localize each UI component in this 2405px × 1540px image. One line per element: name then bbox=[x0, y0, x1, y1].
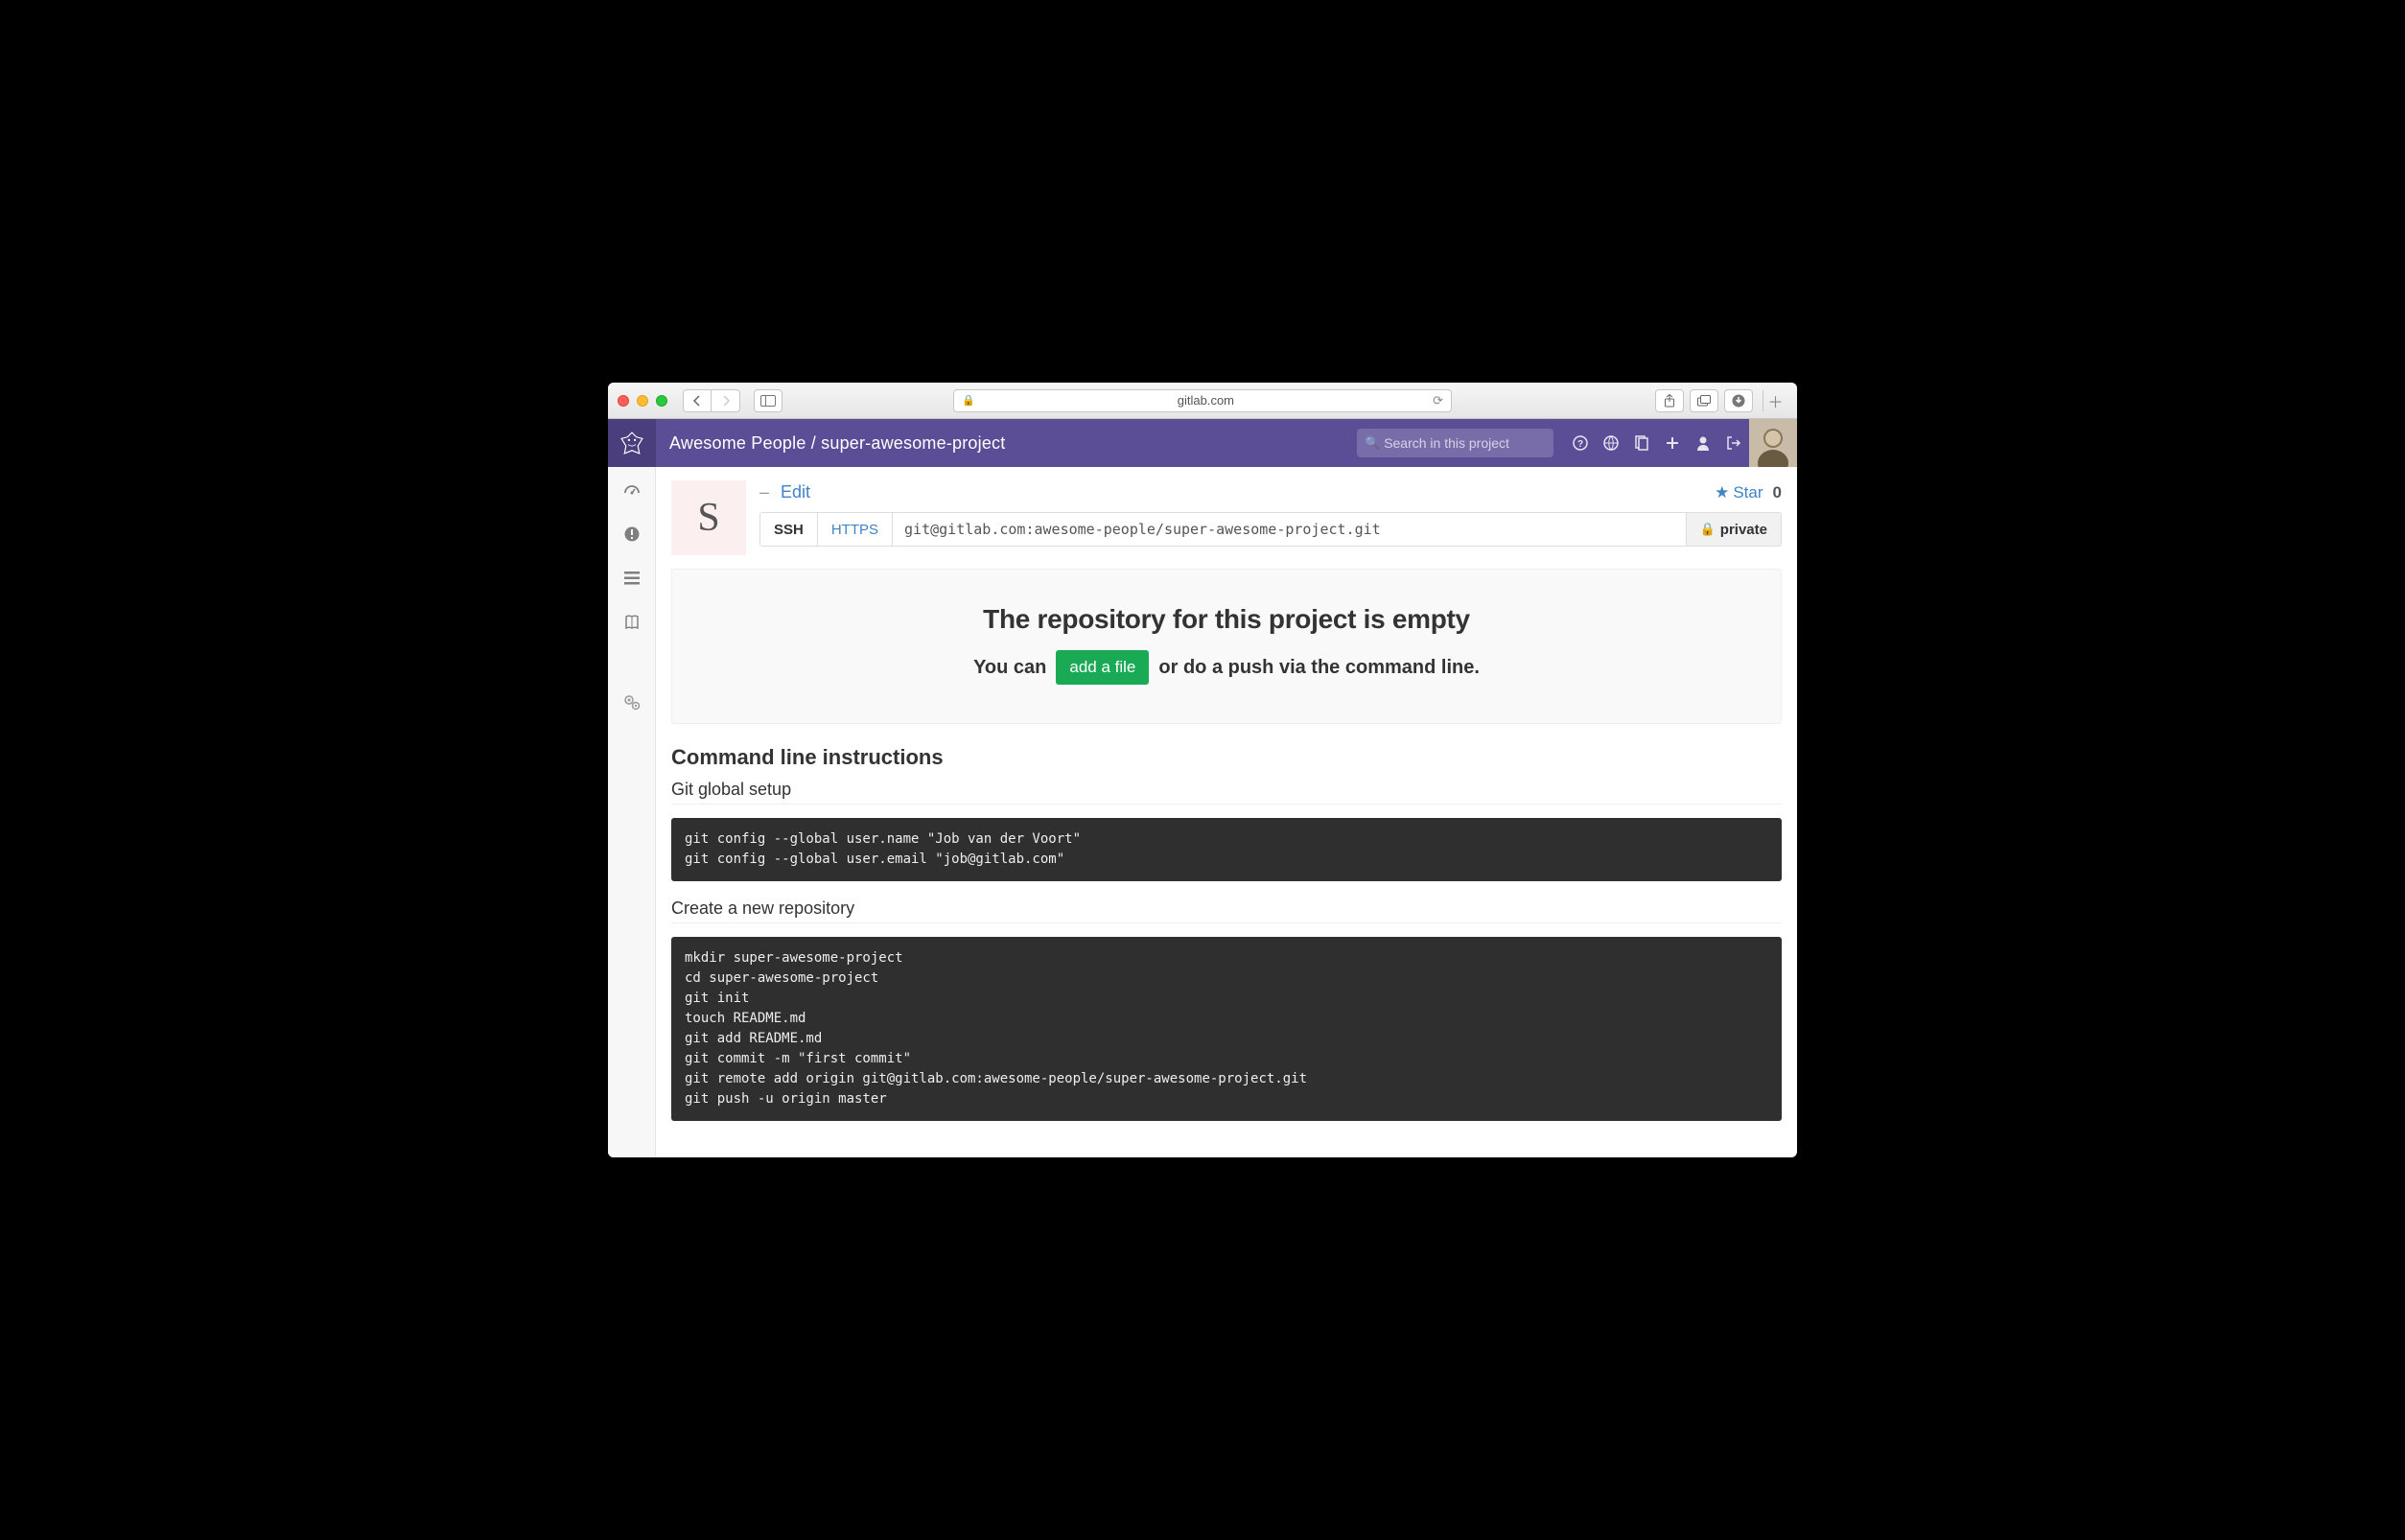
ssh-tab[interactable]: SSH bbox=[760, 513, 818, 546]
sign-out-icon[interactable] bbox=[1718, 419, 1749, 467]
https-tab[interactable]: HTTPS bbox=[818, 513, 893, 546]
snippets-icon[interactable] bbox=[1626, 419, 1657, 467]
gitlab-logo[interactable] bbox=[608, 419, 656, 467]
body: S – Edit ★ Star 0 SSH HTTPS bbox=[608, 467, 1797, 1157]
empty-subtext: You can add a file or do a push via the … bbox=[691, 650, 1762, 685]
star-label: Star bbox=[1733, 483, 1763, 502]
add-file-button[interactable]: add a file bbox=[1056, 650, 1149, 685]
address-domain: gitlab.com bbox=[979, 393, 1433, 408]
project-header-row: S – Edit ★ Star 0 SSH HTTPS bbox=[671, 480, 1782, 555]
tabs-button[interactable] bbox=[1690, 389, 1718, 412]
empty-repo-box: The repository for this project is empty… bbox=[671, 569, 1782, 724]
nav-buttons bbox=[683, 389, 740, 412]
instructions-heading: Command line instructions bbox=[671, 745, 1782, 770]
git-setup-heading: Git global setup bbox=[671, 780, 1782, 805]
traffic-lights bbox=[618, 395, 667, 407]
project-search[interactable]: 🔍 Search in this project bbox=[1357, 429, 1553, 457]
sidebar-toggle-button[interactable] bbox=[754, 389, 782, 412]
project-title-row: – Edit ★ Star 0 bbox=[759, 480, 1782, 502]
project-avatar-letter: S bbox=[697, 495, 719, 541]
gitlab-header: Awesome People / super-awesome-project 🔍… bbox=[608, 419, 1797, 467]
visibility-badge: 🔒 private bbox=[1686, 513, 1781, 546]
git-setup-code[interactable]: git config --global user.name "Job van d… bbox=[671, 818, 1782, 881]
star-count: 0 bbox=[1773, 483, 1782, 502]
issues-icon[interactable] bbox=[622, 525, 642, 544]
project-avatar: S bbox=[671, 480, 746, 555]
create-repo-code[interactable]: mkdir super-awesome-project cd super-awe… bbox=[671, 937, 1782, 1121]
clone-row: SSH HTTPS git@gitlab.com:awesome-people/… bbox=[759, 512, 1782, 547]
lock-icon: 🔒 bbox=[1700, 522, 1716, 537]
dashboard-icon[interactable] bbox=[622, 480, 642, 500]
reload-icon[interactable]: ⟳ bbox=[1433, 393, 1443, 408]
project-info: – Edit ★ Star 0 SSH HTTPS git@gitlab.com… bbox=[759, 480, 1782, 555]
wiki-icon[interactable] bbox=[622, 613, 642, 632]
visibility-label: private bbox=[1720, 522, 1767, 538]
help-icon[interactable]: ? bbox=[1565, 419, 1596, 467]
lock-icon: 🔒 bbox=[962, 394, 975, 407]
breadcrumb[interactable]: Awesome People / super-awesome-project bbox=[656, 433, 1005, 454]
settings-icon[interactable] bbox=[622, 693, 642, 712]
search-icon: 🔍 bbox=[1365, 435, 1380, 451]
address-bar[interactable]: 🔒 gitlab.com ⟳ bbox=[953, 389, 1452, 412]
clone-url[interactable]: git@gitlab.com:awesome-people/super-awes… bbox=[893, 513, 1686, 546]
browser-titlebar: 🔒 gitlab.com ⟳ ＋ bbox=[608, 383, 1797, 419]
empty-post: or do a push via the command line. bbox=[1158, 657, 1480, 679]
back-button[interactable] bbox=[683, 389, 712, 412]
minimize-window-button[interactable] bbox=[637, 395, 648, 407]
toolbar-right: ＋ bbox=[1655, 389, 1787, 412]
share-button[interactable] bbox=[1655, 389, 1684, 412]
downloads-button[interactable] bbox=[1724, 389, 1753, 412]
create-repo-heading: Create a new repository bbox=[671, 898, 1782, 923]
svg-text:?: ? bbox=[1577, 439, 1583, 450]
globe-icon[interactable] bbox=[1596, 419, 1626, 467]
new-tab-button[interactable]: ＋ bbox=[1763, 390, 1787, 411]
main-content: S – Edit ★ Star 0 SSH HTTPS bbox=[656, 467, 1797, 1157]
user-icon[interactable] bbox=[1688, 419, 1718, 467]
star-button[interactable]: ★ Star 0 bbox=[1715, 483, 1782, 502]
project-sidebar bbox=[608, 467, 656, 1157]
edit-link[interactable]: Edit bbox=[781, 482, 810, 502]
list-icon[interactable] bbox=[622, 569, 642, 588]
close-window-button[interactable] bbox=[618, 395, 629, 407]
forward-button[interactable] bbox=[712, 389, 740, 412]
maximize-window-button[interactable] bbox=[656, 395, 667, 407]
search-placeholder: Search in this project bbox=[1384, 435, 1509, 451]
dash: – bbox=[759, 482, 769, 502]
star-icon: ★ bbox=[1715, 483, 1729, 502]
user-avatar[interactable] bbox=[1749, 419, 1797, 467]
browser-window: 🔒 gitlab.com ⟳ ＋ Awesome People / super-… bbox=[608, 383, 1797, 1157]
empty-pre: You can bbox=[973, 657, 1046, 679]
empty-heading: The repository for this project is empty bbox=[691, 604, 1762, 635]
plus-icon[interactable] bbox=[1657, 419, 1688, 467]
